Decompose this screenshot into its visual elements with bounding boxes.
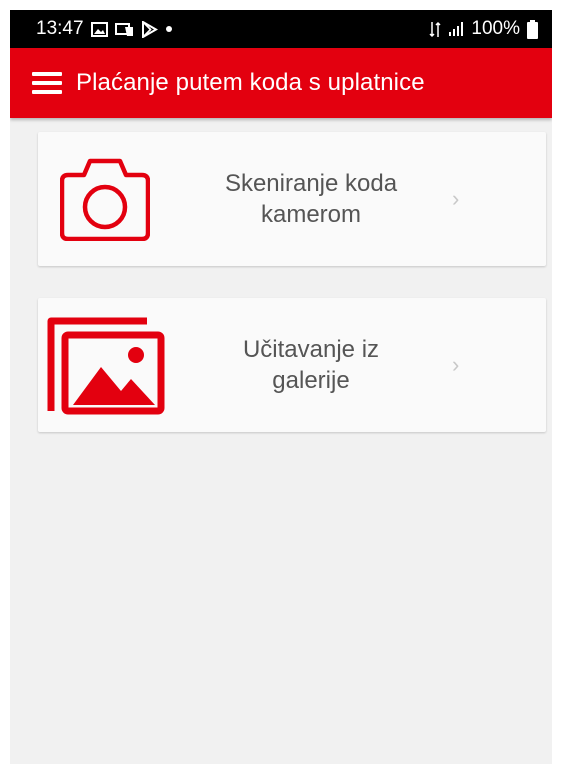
data-arrows-icon bbox=[429, 21, 441, 38]
message-notification-icon bbox=[114, 22, 134, 37]
gallery-icon bbox=[38, 315, 172, 415]
chevron-right-icon: › bbox=[452, 352, 460, 377]
scan-code-camera-option[interactable]: Skeniranje koda kamerom › bbox=[38, 132, 546, 266]
scan-option-label-line2: kamerom bbox=[260, 201, 362, 228]
hamburger-menu-icon[interactable] bbox=[32, 72, 62, 94]
battery-icon bbox=[527, 19, 538, 39]
notification-dot-icon bbox=[165, 25, 173, 33]
app-bar: Plaćanje putem koda s uplatnice bbox=[10, 48, 552, 118]
gallery-option-label-line2: galerije bbox=[272, 367, 350, 394]
battery-percent: 100% bbox=[471, 18, 520, 39]
camera-icon bbox=[38, 157, 172, 241]
status-bar-left: 13:47 bbox=[36, 18, 173, 40]
status-time: 13:47 bbox=[36, 18, 84, 39]
gallery-option-label-line1: Učitavanje iz bbox=[242, 336, 380, 363]
image-notification-icon bbox=[90, 21, 108, 37]
status-bar-right: 100% bbox=[429, 18, 538, 40]
play-store-icon bbox=[141, 20, 158, 38]
signal-icon bbox=[448, 21, 464, 37]
chevron-right-icon: › bbox=[452, 186, 460, 211]
scan-option-label: Skeniranje koda kamerom bbox=[172, 168, 450, 230]
load-from-gallery-option[interactable]: Učitavanje iz galerije › bbox=[38, 298, 546, 432]
scan-option-label-line1: Skeniranje koda bbox=[224, 170, 398, 197]
gallery-option-label: Učitavanje iz galerije bbox=[172, 334, 450, 396]
phone-screen: 13:47 100% Plaćanje putem koda s uplatni… bbox=[10, 10, 552, 764]
status-bar: 13:47 100% bbox=[10, 10, 552, 48]
page-title: Plaćanje putem koda s uplatnice bbox=[76, 69, 425, 96]
